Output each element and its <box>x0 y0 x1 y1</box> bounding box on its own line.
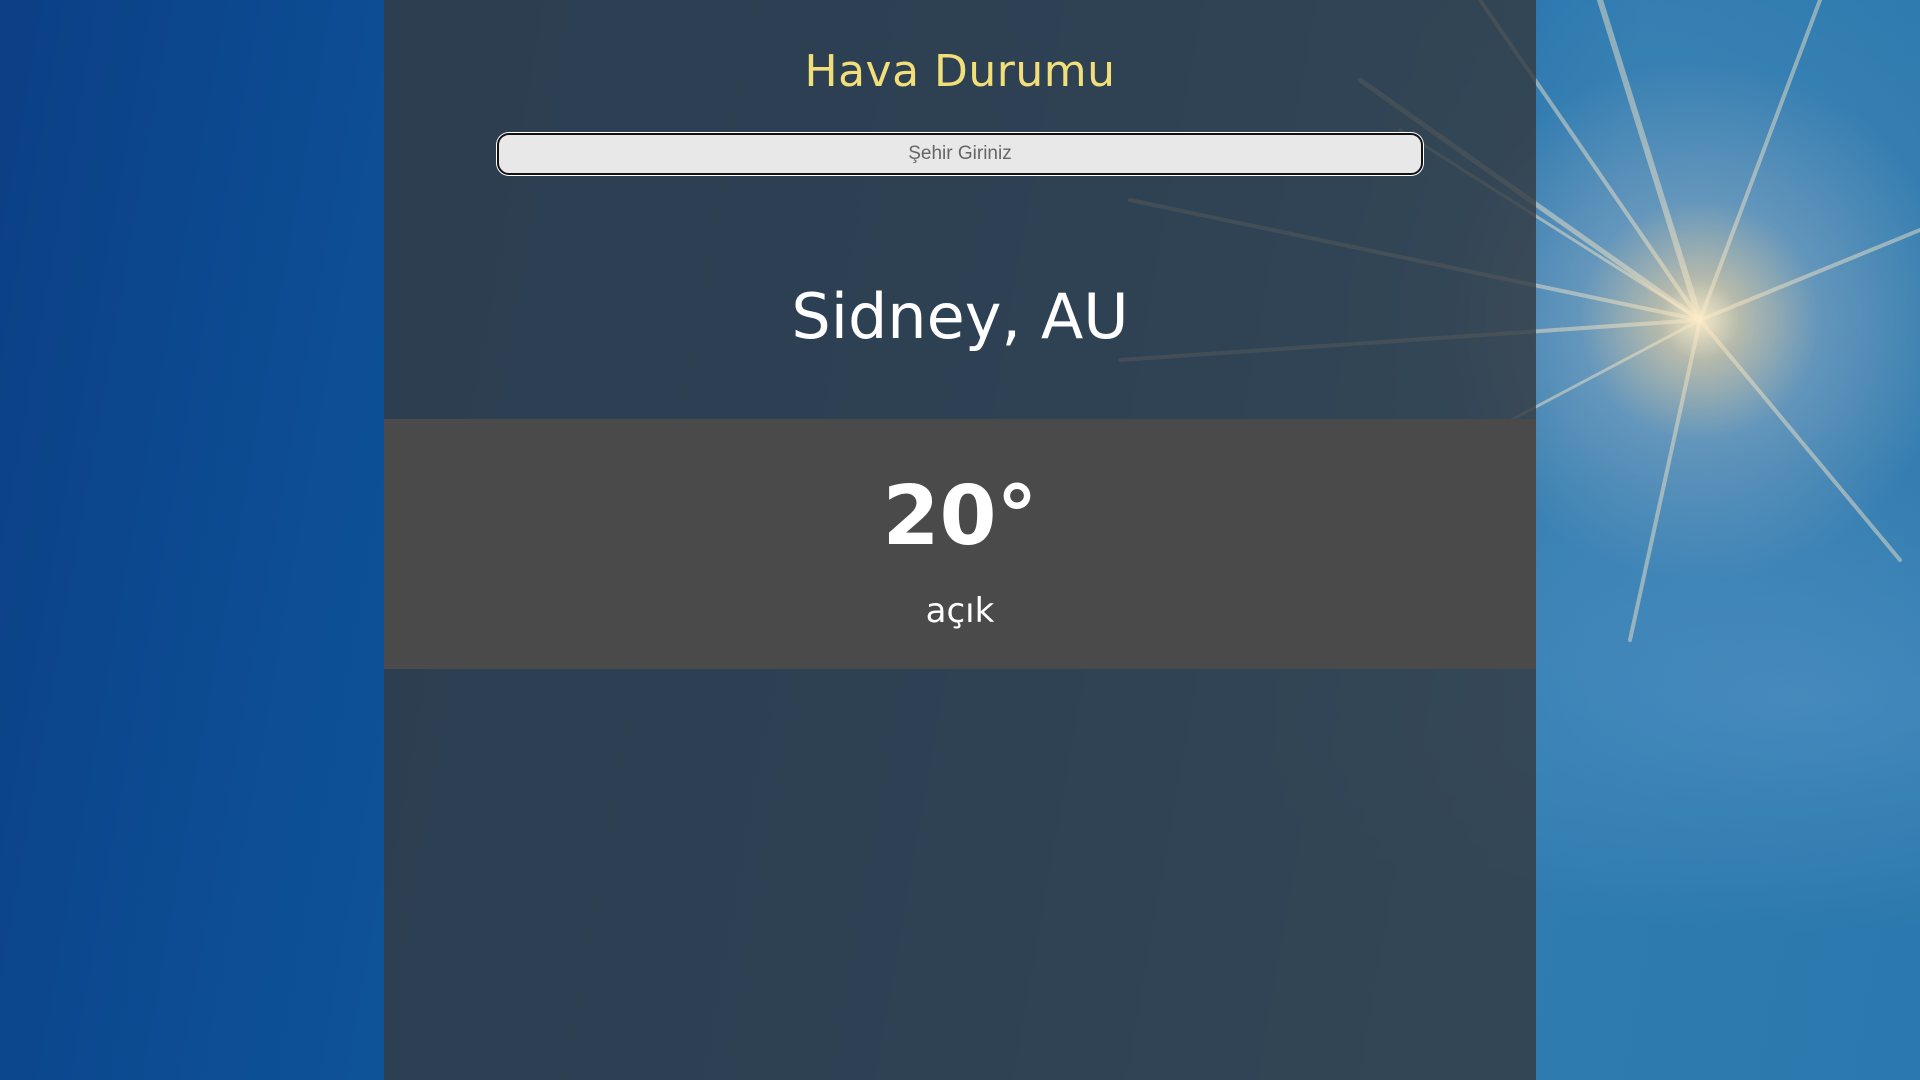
temperature-box: 20° açık <box>384 419 1536 669</box>
city-name: Sidney, AU <box>791 280 1129 353</box>
city-search-input[interactable] <box>497 133 1423 175</box>
temperature-value: 20° <box>882 469 1038 564</box>
weather-panel: Hava Durumu Sidney, AU 20° açık <box>384 0 1536 1080</box>
search-container <box>497 133 1423 175</box>
page-title: Hava Durumu <box>804 46 1116 97</box>
weather-description: açık <box>925 591 995 631</box>
